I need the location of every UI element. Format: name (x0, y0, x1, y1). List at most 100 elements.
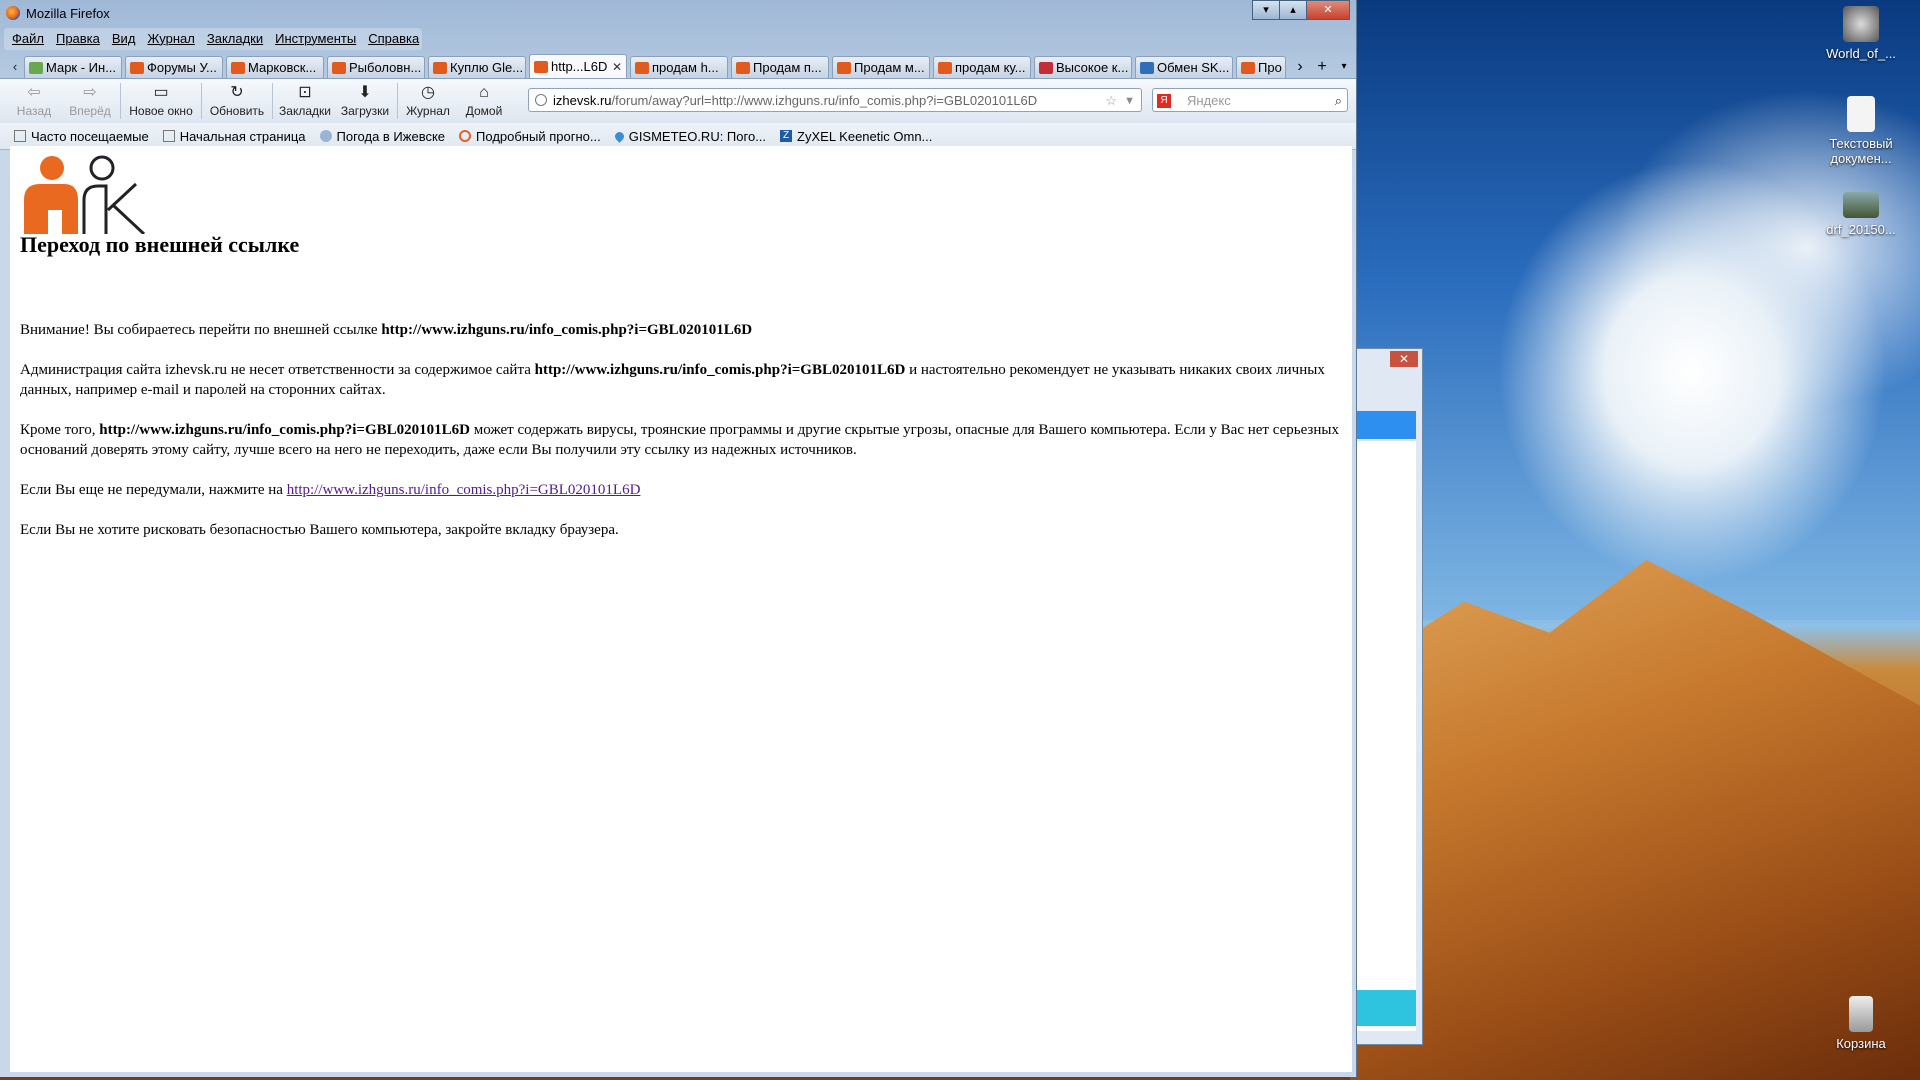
tab-label: продам h... (652, 59, 719, 75)
new-tab-icon[interactable]: + (1311, 56, 1333, 78)
back-label: Назад (16, 104, 52, 118)
proceed-text: Если Вы еще не передумали, нажмите на (20, 482, 287, 498)
menu-edit[interactable]: Правка (56, 28, 100, 50)
site-favicon-icon (231, 61, 245, 74)
address-bar[interactable]: izhevsk.ru/forum/away?url=http://www.izh… (528, 88, 1142, 112)
navigation-toolbar: ⇦ Назад ⇨ Вперёд ▭ Новое окно ↻ Обновить ⊡ За… (0, 78, 1356, 123)
minimize-button[interactable]: ▾ (1252, 0, 1280, 20)
back-button[interactable]: ⇦ Назад (6, 84, 62, 118)
tab[interactable]: Обмен SK... (1135, 56, 1233, 78)
tab[interactable]: Высокое к... (1034, 56, 1132, 78)
tab[interactable]: Куплю Gle... (428, 56, 526, 78)
site-favicon-icon (1241, 61, 1255, 74)
forward-arrow-icon: ⇨ (83, 84, 97, 101)
site-favicon-icon (433, 61, 447, 74)
url-path: /forum/away?url=http://www.izhguns.ru/in… (611, 93, 1038, 108)
tab-active[interactable]: http...L6D ✕ (529, 54, 627, 78)
zyxel-icon: Z (780, 130, 793, 142)
menu-view[interactable]: Вид (112, 28, 136, 50)
download-arrow-icon: ⬇ (358, 84, 372, 101)
downloads-button[interactable]: ⬇ Загрузки (335, 84, 395, 118)
tab-label: Форумы У... (147, 59, 217, 75)
new-window-button[interactable]: ▭ Новое окно (123, 84, 199, 118)
background-window-toolbar (1356, 411, 1416, 439)
history-button[interactable]: ◷ Журнал (400, 84, 456, 118)
external-link[interactable]: http://www.izhguns.ru/info_comis.php?i=G… (287, 482, 641, 498)
tab[interactable]: Продам п... (731, 56, 829, 78)
tab-close-icon[interactable]: ✕ (612, 56, 622, 78)
search-input[interactable]: Я Яндекс ⌕ (1152, 88, 1348, 112)
external-url-bold: http://www.izhguns.ru/info_comis.php?i=G… (534, 362, 906, 378)
menu-history[interactable]: Журнал (147, 28, 194, 50)
desktop-icon-label: drf_20150... (1826, 222, 1896, 237)
desktop-icon-text-document[interactable]: Текстовый докумен... (1816, 96, 1906, 166)
list-all-tabs-icon[interactable]: ▾ (1333, 56, 1355, 78)
history-label: Журнал (406, 104, 450, 118)
tab[interactable]: Марковск... (226, 56, 324, 78)
menu-bookmarks[interactable]: Закладки (207, 28, 263, 50)
tab-label: Обмен SK... (1157, 59, 1230, 75)
tab[interactable]: Про (1236, 56, 1286, 78)
site-favicon-icon (736, 61, 750, 74)
url-dropdown-icon[interactable]: ▼ (1124, 89, 1135, 111)
desktop-icon-image-file[interactable]: drf_20150... (1816, 192, 1906, 237)
tab[interactable]: Продам м... (832, 56, 930, 78)
bookmarks-label: Закладки (279, 104, 331, 118)
menu-file[interactable]: Файл (12, 28, 44, 50)
tab-label: Про (1258, 59, 1282, 75)
background-window[interactable]: ✕ (1356, 348, 1423, 1045)
home-label: Домой (465, 104, 503, 118)
tab[interactable]: Рыболовн... (327, 56, 425, 78)
tab-label: Высокое к... (1056, 59, 1129, 75)
reload-icon: ↻ (230, 84, 244, 101)
bookmark-item[interactable]: Z ZyXEL Keenetic Omn... (780, 129, 932, 144)
reload-label: Обновить (209, 104, 265, 118)
tab-label: http...L6D (551, 58, 608, 74)
menu-help[interactable]: Справка (368, 28, 419, 50)
izhevsk-site-logo[interactable] (18, 154, 148, 234)
tab[interactable]: Форумы У... (125, 56, 223, 78)
bookmark-label: Часто посещаемые (31, 128, 149, 144)
tab[interactable]: продам h... (630, 56, 728, 78)
home-button[interactable]: ⌂ Домой (456, 84, 512, 118)
bookmark-item[interactable]: GISMETEO.RU: Пого... (612, 129, 766, 144)
close-tab-text: Если Вы не хотите рисковать безопасность… (20, 522, 619, 538)
clock-icon: ◷ (421, 84, 435, 101)
tab[interactable]: Марк - Ин... (24, 56, 122, 78)
close-button[interactable]: ✕ (1306, 0, 1350, 20)
desktop-icon-label: World_of_... (1826, 46, 1896, 61)
tab-label: Марк - Ин... (46, 59, 117, 75)
tab[interactable]: продам ку... (933, 56, 1031, 78)
search-icon[interactable]: ⌕ (1335, 89, 1342, 113)
title-bar: Mozilla Firefox ▾ ▴ ✕ (0, 0, 1356, 28)
bookmark-item[interactable]: Часто посещаемые (14, 129, 149, 144)
bookmark-star-icon[interactable]: ☆ (1105, 89, 1117, 111)
menu-tools[interactable]: Инструменты (275, 28, 356, 50)
globe-icon (535, 94, 547, 106)
tab-scroll-left-icon[interactable]: ‹ (6, 56, 24, 78)
background-window-close-button[interactable]: ✕ (1390, 351, 1418, 367)
url-host: izhevsk.ru (553, 93, 612, 108)
recycle-bin-icon (1849, 996, 1873, 1032)
forward-button[interactable]: ⇨ Вперёд (62, 84, 118, 118)
proceed-paragraph: Если Вы еще не передумали, нажмите на ht… (20, 480, 1340, 500)
background-window-content (1356, 441, 1416, 1031)
tab-scroll-right-icon[interactable]: › (1289, 56, 1311, 78)
bookmarks-button[interactable]: ⊡ Закладки (275, 84, 335, 118)
reload-button[interactable]: ↻ Обновить (204, 84, 270, 118)
bookmark-label: Начальная страница (179, 128, 306, 144)
desktop-icon-recycle-bin[interactable]: Корзина (1816, 996, 1906, 1051)
tab-label: Продам п... (753, 59, 822, 75)
warning-paragraph: Внимание! Вы собираетесь перейти по внеш… (20, 320, 1340, 340)
yandex-icon[interactable]: Я (1157, 94, 1171, 108)
toolbar-separator (201, 83, 202, 119)
firefox-icon (6, 6, 20, 20)
desktop-icon-world-of-tanks[interactable]: World_of_... (1816, 6, 1906, 61)
window-controls: ▾ ▴ ✕ (1252, 0, 1350, 20)
bookmark-item[interactable]: Погода в Ижевске (319, 129, 445, 144)
maximize-button[interactable]: ▴ (1279, 0, 1307, 20)
bookmark-item[interactable]: Начальная страница (162, 128, 306, 144)
bookmark-item[interactable]: Подробный прогно... (459, 129, 601, 144)
world-of-tanks-icon (1843, 6, 1879, 42)
external-url-bold: http://www.izhguns.ru/info_comis.php?i=G… (99, 422, 470, 438)
